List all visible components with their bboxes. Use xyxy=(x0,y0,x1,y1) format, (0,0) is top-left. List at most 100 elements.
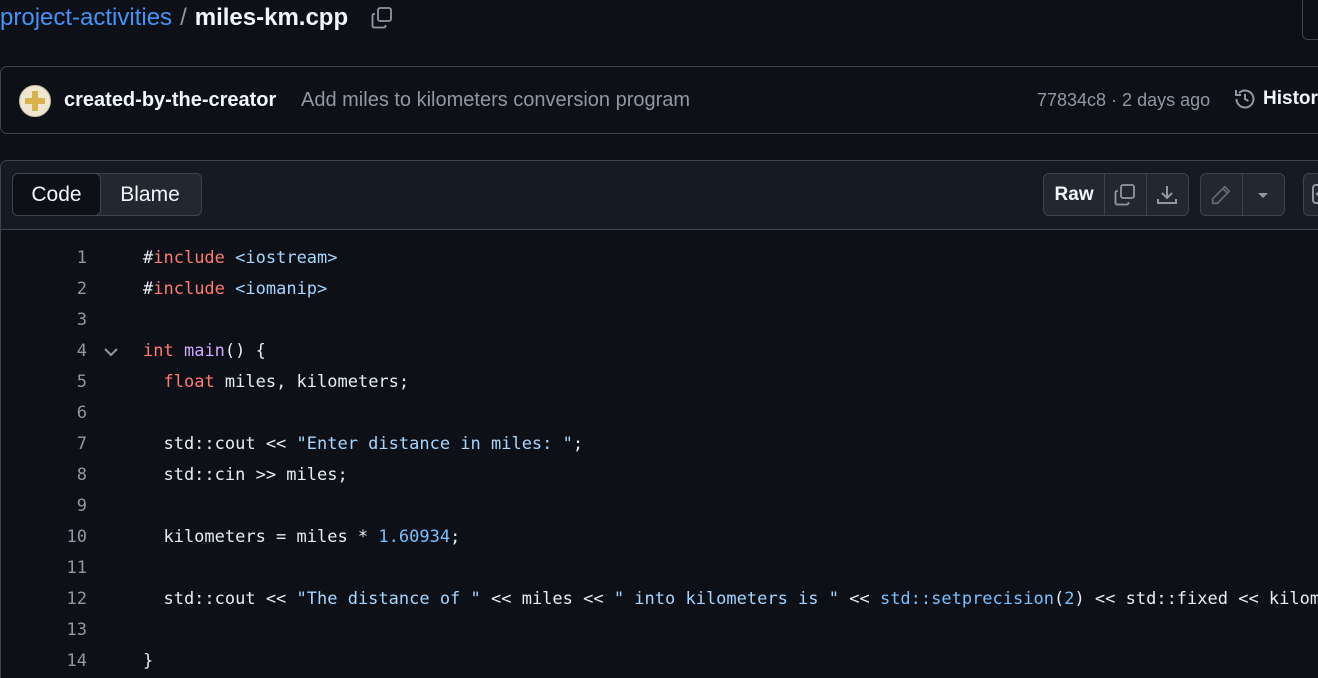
line-number[interactable]: 5 xyxy=(1,367,87,398)
line-number[interactable]: 2 xyxy=(1,274,87,305)
more-edit-options-button[interactable] xyxy=(1243,174,1285,215)
code-token: ) << std::fixed << kilome xyxy=(1074,589,1318,609)
line-code: std::cout << "Enter distance in miles: "… xyxy=(143,429,583,460)
commit-author-link[interactable]: created-by-the-creator xyxy=(64,89,276,112)
code-line: 8 std::cin >> miles; xyxy=(1,460,1318,491)
code-token: 1.60934 xyxy=(378,527,451,547)
code-token: std::cout << xyxy=(143,434,297,454)
code-line: 3 xyxy=(1,305,1318,336)
code-line: 10 kilometers = miles * 1.60934; xyxy=(1,522,1318,553)
code-token: float xyxy=(163,372,215,392)
code-square-icon xyxy=(1312,184,1318,204)
raw-actions-group: Raw xyxy=(1043,173,1189,216)
download-button[interactable] xyxy=(1147,174,1188,215)
latest-commit-box: created-by-the-creator Add miles to kilo… xyxy=(0,66,1318,134)
code-token: ; xyxy=(572,434,584,454)
file-viewer: Code Blame Raw 1 #include <iostream> 2 #… xyxy=(0,160,1318,678)
code-line: 5 float miles, kilometers; xyxy=(1,367,1318,398)
code-line: 7 std::cout << "Enter distance in miles:… xyxy=(1,429,1318,460)
file-view-page: project-activities / miles-km.cpp create… xyxy=(0,0,1318,678)
code-token: } xyxy=(143,651,154,671)
code-token: std::cout << xyxy=(143,589,297,609)
triangle-down-icon xyxy=(1258,192,1269,198)
edit-actions-group xyxy=(1200,173,1285,216)
breadcrumb-repo-link[interactable]: project-activities xyxy=(0,4,172,32)
copy-path-button[interactable] xyxy=(368,4,396,32)
line-number[interactable]: 12 xyxy=(1,584,87,615)
line-code: kilometers = miles * 1.60934; xyxy=(143,522,460,553)
edit-file-button[interactable] xyxy=(1201,174,1243,215)
code-token: <iostream> xyxy=(235,248,338,268)
code-token: # xyxy=(143,279,154,299)
code-line: 1 #include <iostream> xyxy=(1,243,1318,274)
commit-sha-and-date[interactable]: 77834c8 · 2 days ago xyxy=(1037,90,1210,111)
copy-icon xyxy=(1114,183,1136,205)
code-token: "The distance of " xyxy=(296,589,481,609)
code-token: " into kilometers is " xyxy=(613,589,839,609)
line-number[interactable]: 1 xyxy=(1,243,87,274)
copy-icon xyxy=(371,7,393,29)
breadcrumb-separator: / xyxy=(180,4,187,31)
code-token: <iomanip> xyxy=(235,279,328,299)
history-label: History xyxy=(1263,88,1318,109)
raw-button[interactable]: Raw xyxy=(1044,174,1106,215)
history-button[interactable]: History xyxy=(1233,87,1318,111)
history-icon xyxy=(1235,89,1255,109)
code-token: ( xyxy=(1053,589,1065,609)
line-number[interactable]: 10 xyxy=(1,522,87,553)
breadcrumb: project-activities / miles-km.cpp xyxy=(0,0,396,36)
line-number[interactable]: 6 xyxy=(1,398,87,429)
code-line: 11 xyxy=(1,553,1318,584)
pencil-icon xyxy=(1212,185,1231,204)
line-code: float miles, kilometers; xyxy=(143,367,409,398)
line-number[interactable]: 3 xyxy=(1,305,87,336)
line-number[interactable]: 13 xyxy=(1,615,87,646)
code-token: std::setprecision xyxy=(879,589,1054,609)
avatar-image xyxy=(20,86,50,116)
avatar[interactable] xyxy=(19,85,51,117)
code-line: 9 xyxy=(1,491,1318,522)
line-code: #include <iostream> xyxy=(143,243,338,274)
overflow-menu-button[interactable] xyxy=(1302,0,1318,40)
code-token: kilometers = miles * xyxy=(143,527,379,547)
tab-code[interactable]: Code xyxy=(12,173,101,216)
code-token: ; xyxy=(450,527,461,547)
code-token: # xyxy=(143,248,154,268)
code-token: << miles << xyxy=(480,589,614,609)
tab-blame[interactable]: Blame xyxy=(100,174,200,215)
line-number[interactable]: 11 xyxy=(1,553,87,584)
line-code: } xyxy=(143,646,153,677)
line-number[interactable]: 14 xyxy=(1,646,87,677)
line-code: int main() { xyxy=(143,336,266,367)
code-area: 1 #include <iostream> 2 #include <iomanip> 3… xyxy=(1,230,1318,678)
line-number[interactable]: 7 xyxy=(1,429,87,460)
code-token: << xyxy=(839,589,880,609)
code-token: std::cin >> miles; xyxy=(143,465,348,485)
code-line: 12 std::cout << "The distance of " << mi… xyxy=(1,584,1318,615)
code-token: 2 xyxy=(1064,589,1075,609)
code-token: int xyxy=(143,341,174,361)
code-line: 6 xyxy=(1,398,1318,429)
code-line: 4 int main() { xyxy=(1,336,1318,367)
code-line: 14} xyxy=(1,646,1318,677)
line-number[interactable]: 8 xyxy=(1,460,87,491)
breadcrumb-file-name: miles-km.cpp xyxy=(194,4,349,31)
code-token: include xyxy=(153,279,225,299)
line-number[interactable]: 4 xyxy=(1,336,87,367)
commit-message-link[interactable]: Add miles to kilometers conversion progr… xyxy=(301,89,690,112)
code-line: 2 #include <iomanip> xyxy=(1,274,1318,305)
line-number[interactable]: 9 xyxy=(1,491,87,522)
code-blame-toggle: Code Blame xyxy=(12,173,202,216)
line-code: std::cout << "The distance of " << miles… xyxy=(143,584,1318,615)
line-code: std::cin >> miles; xyxy=(143,460,348,491)
line-code: #include <iomanip> xyxy=(143,274,327,305)
symbols-panel-button[interactable] xyxy=(1303,173,1318,216)
code-token: include xyxy=(153,248,225,268)
copy-raw-button[interactable] xyxy=(1105,174,1147,215)
code-token: miles, kilometers; xyxy=(214,372,410,392)
chevron-down-icon[interactable] xyxy=(102,344,120,360)
